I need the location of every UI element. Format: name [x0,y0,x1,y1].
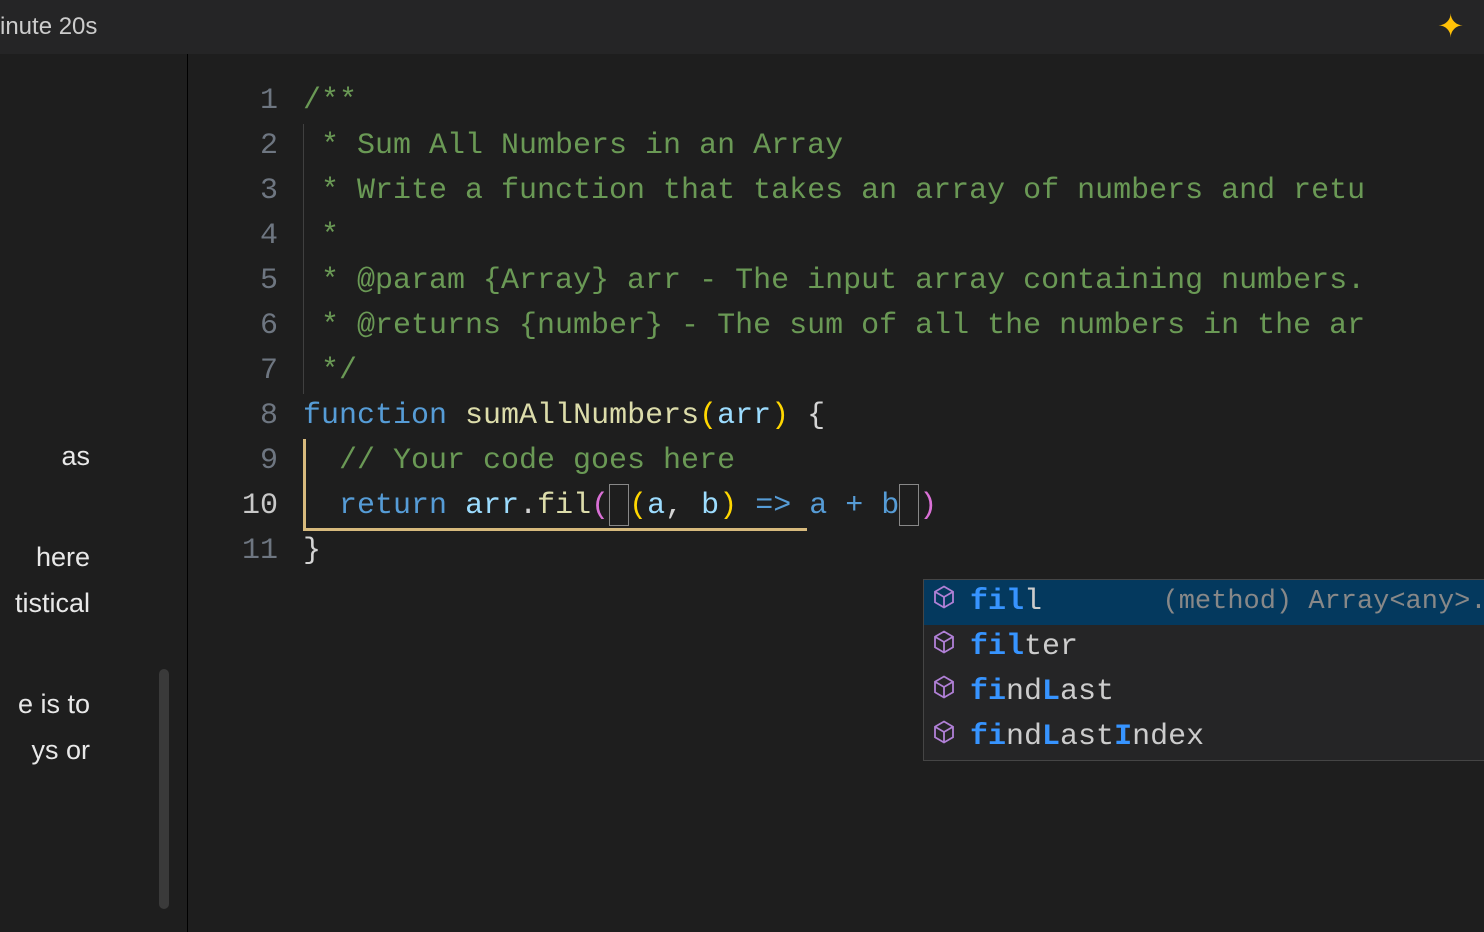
line-number: 9 [188,439,278,484]
line-number: 2 [188,124,278,169]
arrow: => a + b [737,489,899,523]
code-editor[interactable]: 1 2 3 4 5 6 7 8 9 10 11 /** * Sum All Nu… [188,54,1484,932]
keyword: function [303,399,447,433]
line-number: 7 [188,349,278,394]
code-comment: * [303,219,339,253]
method: fil [537,489,591,523]
autocomplete-label: findLastIndex [970,715,1204,760]
autocomplete-label: filter [970,625,1078,670]
left-panel-text: as here tistical e is to ys or [0,434,90,773]
variable: arr [465,489,519,523]
panel-fragment: ys or [0,728,90,774]
autocomplete-popup[interactable]: fill (method) Array<any>.fill(value:… fi… [923,579,1484,761]
autocomplete-label: fill [970,580,1042,625]
sparkle-icon[interactable]: ✦ [1437,7,1464,47]
autocomplete-item-filter[interactable]: filter [924,625,1484,670]
method-icon [932,670,962,715]
panel-fragment: e is to [0,682,90,728]
param: b [701,489,719,523]
param: a [647,489,665,523]
code-comment: * Sum All Numbers in an Array [303,129,843,163]
panel-fragment: here [0,535,90,581]
left-panel: as here tistical e is to ys or [0,54,188,932]
autocomplete-label: findLast [970,670,1114,715]
method-icon [932,625,962,670]
keyword: return [339,489,447,523]
code-comment: * Write a function that takes an array o… [303,174,1365,208]
autocomplete-detail: (method) Array<any>.fill(value:… [1163,580,1484,625]
line-number-gutter: 1 2 3 4 5 6 7 8 9 10 11 [188,54,303,932]
code-comment: * @param {Array} arr - The input array c… [303,264,1365,298]
code-comment: */ [303,354,357,388]
code-comment: /** [303,84,357,118]
line-number: 10 [188,484,278,529]
method-icon [932,715,962,760]
line-number: 3 [188,169,278,214]
paren: ( [699,399,717,433]
autocomplete-item-fill[interactable]: fill (method) Array<any>.fill(value:… [924,580,1484,625]
line-number: 4 [188,214,278,259]
panel-fragment: as [0,434,90,480]
brace: { [789,399,825,433]
param: arr [717,399,771,433]
autocomplete-item-findlastindex[interactable]: findLastIndex [924,715,1484,760]
top-bar: inute 20s ✦ [0,0,1484,54]
brace: } [303,534,321,568]
line-number: 6 [188,304,278,349]
timer-text: inute 20s [0,13,97,41]
line-number: 8 [188,394,278,439]
code-comment: // Your code goes here [303,444,735,478]
code-content[interactable]: /** * Sum All Numbers in an Array * Writ… [303,54,1484,932]
function-name: sumAllNumbers [465,399,699,433]
method-icon [932,580,962,625]
scrollbar-thumb[interactable] [159,669,169,909]
paren: ) [771,399,789,433]
autocomplete-item-findlast[interactable]: findLast [924,670,1484,715]
line-number: 11 [188,529,278,574]
line-number: 1 [188,79,278,124]
code-comment: * @returns {number} - The sum of all the… [303,309,1365,343]
line-number: 5 [188,259,278,304]
panel-fragment: tistical [0,581,90,627]
